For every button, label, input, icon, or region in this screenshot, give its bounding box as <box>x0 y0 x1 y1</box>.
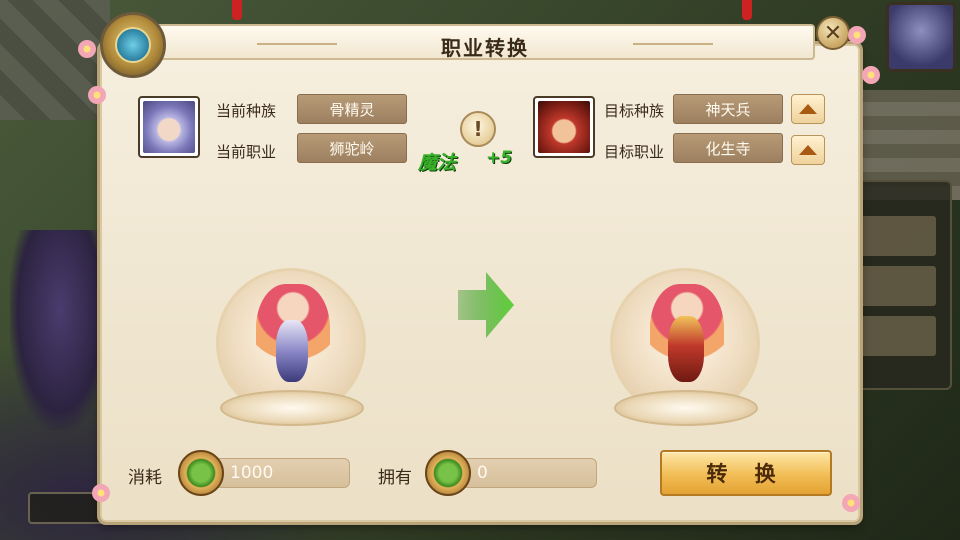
current-race-label: 当前种族 <box>216 102 277 120</box>
current-character-figure <box>276 320 308 382</box>
target-character-figure <box>668 316 704 382</box>
cost-label: 消耗 <box>128 468 162 488</box>
target-race-value: 神天兵 <box>673 94 783 124</box>
player-avatar[interactable] <box>886 2 956 72</box>
target-class-value: 化生寺 <box>673 133 783 163</box>
owned-label: 拥有 <box>378 468 412 488</box>
attribute-label: 魔法 <box>418 152 457 174</box>
side-panel-slot[interactable] <box>858 266 936 306</box>
current-character-display <box>198 258 388 448</box>
currency-icon <box>178 450 224 496</box>
target-class-select-button[interactable] <box>791 135 825 165</box>
target-race-select-button[interactable] <box>791 94 825 124</box>
convert-button[interactable]: 转 换 <box>660 450 832 496</box>
lantern-icon <box>742 0 752 20</box>
target-character-display <box>592 258 782 448</box>
background-character <box>10 230 110 430</box>
flower-icon <box>78 40 96 58</box>
dialog-title: 职业转换 <box>441 36 529 60</box>
target-class-label: 目标职业 <box>604 143 665 161</box>
currency-icon <box>425 450 471 496</box>
info-icon[interactable]: ! <box>460 111 496 147</box>
title-decoration <box>633 43 713 45</box>
side-panel-slot[interactable] <box>858 316 936 356</box>
emblem-icon <box>100 12 166 78</box>
current-character-portrait <box>138 96 200 158</box>
flower-icon <box>92 484 110 502</box>
close-button[interactable]: ✕ <box>816 16 850 50</box>
side-panel-slot[interactable] <box>858 216 936 256</box>
current-race-value: 骨精灵 <box>297 94 407 124</box>
flower-icon <box>842 494 860 512</box>
title-bar: 职业转换 <box>155 24 815 60</box>
chevron-up-icon <box>799 145 817 155</box>
lantern-icon <box>232 0 242 20</box>
flower-icon <box>88 86 106 104</box>
target-character-portrait <box>533 96 595 158</box>
target-race-label: 目标种族 <box>604 102 665 120</box>
current-class-label: 当前职业 <box>216 143 277 161</box>
flower-icon <box>862 66 880 84</box>
current-class-value: 狮驼岭 <box>297 133 407 163</box>
arrow-right-icon <box>458 272 514 338</box>
flower-icon <box>848 26 866 44</box>
attribute-change: +5 <box>486 148 513 168</box>
chevron-up-icon <box>799 104 817 114</box>
